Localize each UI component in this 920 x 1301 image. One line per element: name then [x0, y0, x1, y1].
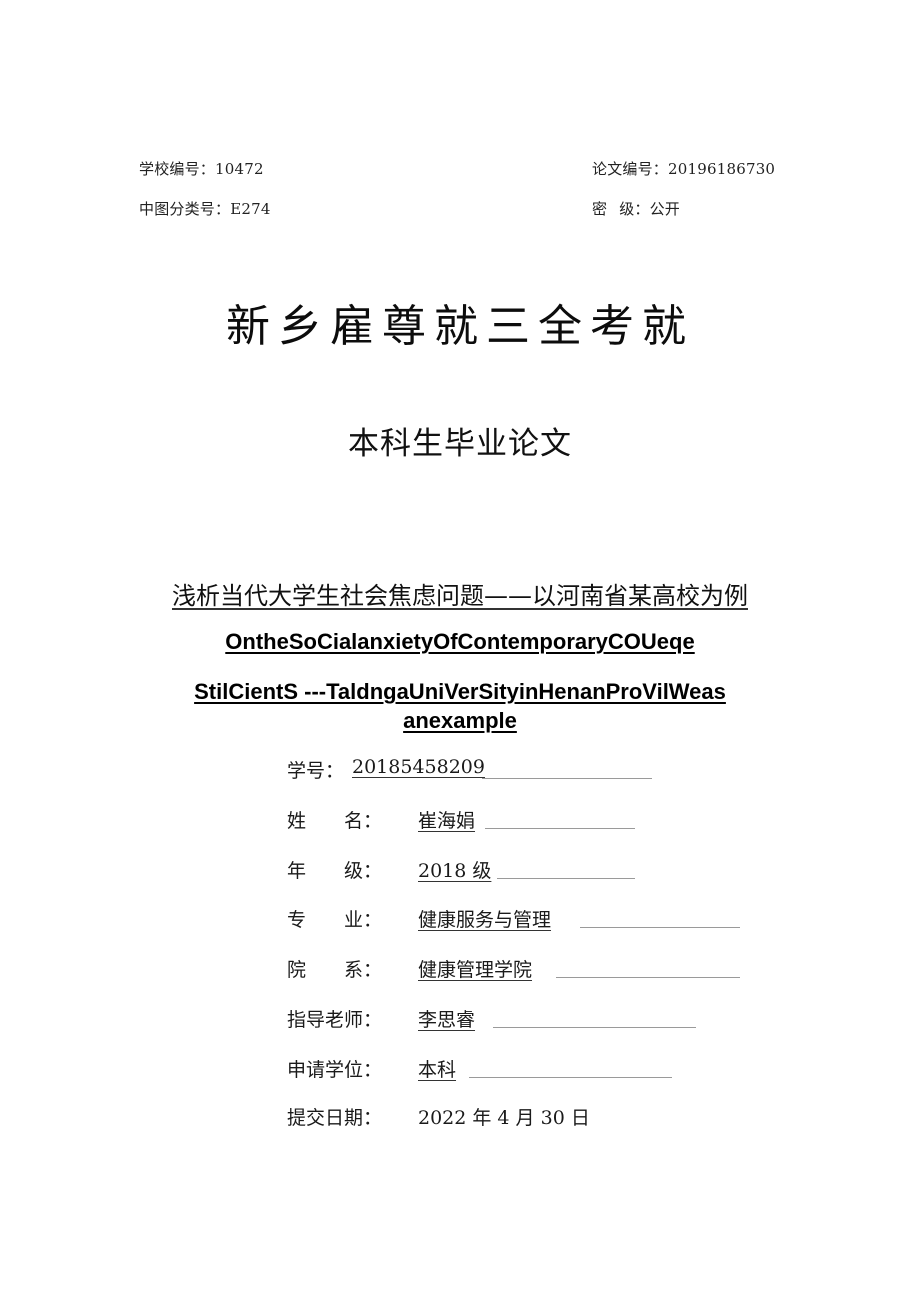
thesis-title-chinese-text: 浅析当代大学生社会焦虑问题——以河南省某高校为例 [172, 582, 748, 610]
classification-number: 中图分类号：E274 [139, 200, 271, 218]
field-label-part2: 名： [344, 810, 383, 832]
thesis-title-english-text: anexample [403, 708, 517, 733]
field-label-part1: 院 [287, 959, 307, 981]
blank-line [493, 1027, 696, 1028]
school-code: 学校编号：10472 [139, 160, 264, 178]
secrecy-level: 密级：公开 [592, 198, 680, 219]
thesis-title-english-text: StilCientS ---TaldngaUniVerSityinHenanPr… [194, 679, 726, 704]
blank-line [469, 1077, 672, 1078]
secrecy-label-part2: 级：公开 [619, 200, 681, 218]
field-label-part1: 专 [287, 909, 307, 931]
blank-line [497, 878, 635, 879]
field-label-part2: 级： [344, 860, 383, 882]
field-value: 崔海娟 [418, 810, 476, 832]
field-label: 提交日期： [287, 1107, 383, 1129]
thesis-title-english-line2: StilCientS ---TaldngaUniVerSityinHenanPr… [0, 679, 920, 705]
field-value: 2018 级 [418, 860, 492, 882]
field-value: 20185458209 [352, 756, 485, 778]
university-name: 新乡雇尊就三全考就 [226, 301, 694, 352]
field-value: 健康管理学院 [418, 959, 533, 981]
blank-line [485, 828, 635, 829]
field-label: 指导老师： [287, 1009, 383, 1031]
secrecy-label-part1: 密 [592, 200, 608, 218]
field-value: 本科 [418, 1059, 457, 1081]
field-value: 李思睿 [418, 1009, 476, 1031]
field-label: 姓 名： [287, 806, 382, 833]
thesis-title-english-line3: anexample [0, 708, 920, 734]
field-label: 年 级： [287, 856, 382, 883]
thesis-number: 论文编号：20196186730 [592, 160, 776, 178]
thesis-title-chinese: 浅析当代大学生社会焦虑问题——以河南省某高校为例 [0, 576, 920, 611]
field-label: 学号： [287, 760, 345, 782]
field-label-part1: 姓 [287, 810, 307, 832]
thesis-title-english-line1: OntheSoCialanxietyOfContemporaryCOUeqe [0, 629, 920, 655]
blank-line [580, 927, 740, 928]
field-label-part2: 业： [344, 909, 383, 931]
document-type: 本科生毕业论文 [348, 426, 572, 462]
field-value: 健康服务与管理 [418, 909, 552, 931]
field-label-part2: 系： [344, 959, 383, 981]
blank-line [556, 977, 740, 978]
field-value: 2022 年 4 月 30 日 [418, 1107, 590, 1129]
thesis-title-english-text: OntheSoCialanxietyOfContemporaryCOUeqe [225, 629, 695, 654]
field-label-part1: 年 [287, 860, 307, 882]
field-label: 申请学位： [287, 1059, 383, 1081]
field-label: 院 系： [287, 955, 382, 982]
blank-line [482, 778, 652, 779]
field-label: 专 业： [287, 905, 382, 932]
